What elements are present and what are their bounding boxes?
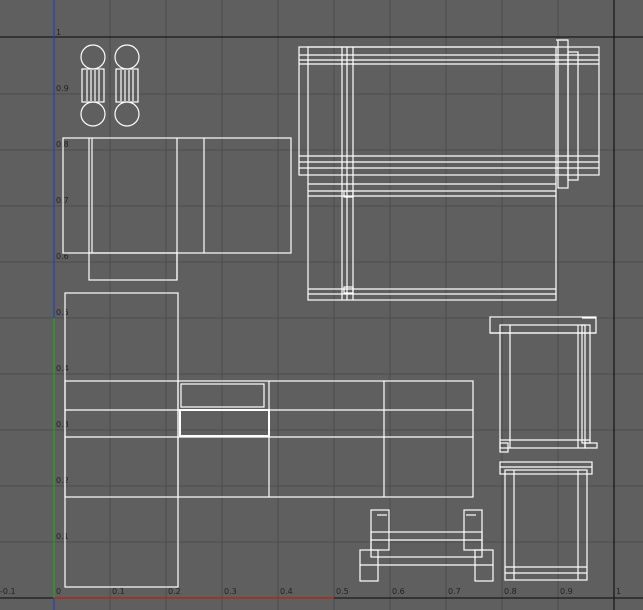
x-tick-label: 0.4 (280, 587, 293, 596)
x-tick-label: 0.2 (168, 587, 181, 596)
y-tick-label: 0.4 (56, 364, 69, 373)
x-tick-label: 0.3 (224, 587, 237, 596)
y-tick-label: 0.9 (56, 84, 69, 93)
x-tick-label: 0 (56, 587, 61, 596)
y-tick-label: 0.2 (56, 476, 69, 485)
y-tick-label: 0.8 (56, 140, 69, 149)
y-tick-label: 0.3 (56, 420, 69, 429)
x-tick-label: 0.9 (560, 587, 573, 596)
x-tick-label: 0.6 (392, 587, 405, 596)
x-tick-label: 0.5 (336, 587, 349, 596)
x-tick-label: 1 (616, 587, 621, 596)
uv-editor-viewport[interactable]: -0.1 0 0.1 0.2 0.3 0.4 0.5 0.6 0.7 0.8 0… (0, 0, 643, 610)
x-tick-label: 0.7 (448, 587, 461, 596)
y-tick-label: 1 (56, 28, 61, 37)
viewport-background (0, 0, 643, 610)
x-tick-label: 0.1 (112, 587, 125, 596)
x-tick-label: 0.8 (504, 587, 517, 596)
y-tick-label: 0.1 (56, 532, 69, 541)
x-tick-label: -0.1 (0, 587, 16, 596)
y-tick-label: 0.7 (56, 196, 69, 205)
y-tick-label: 0.5 (56, 308, 69, 317)
